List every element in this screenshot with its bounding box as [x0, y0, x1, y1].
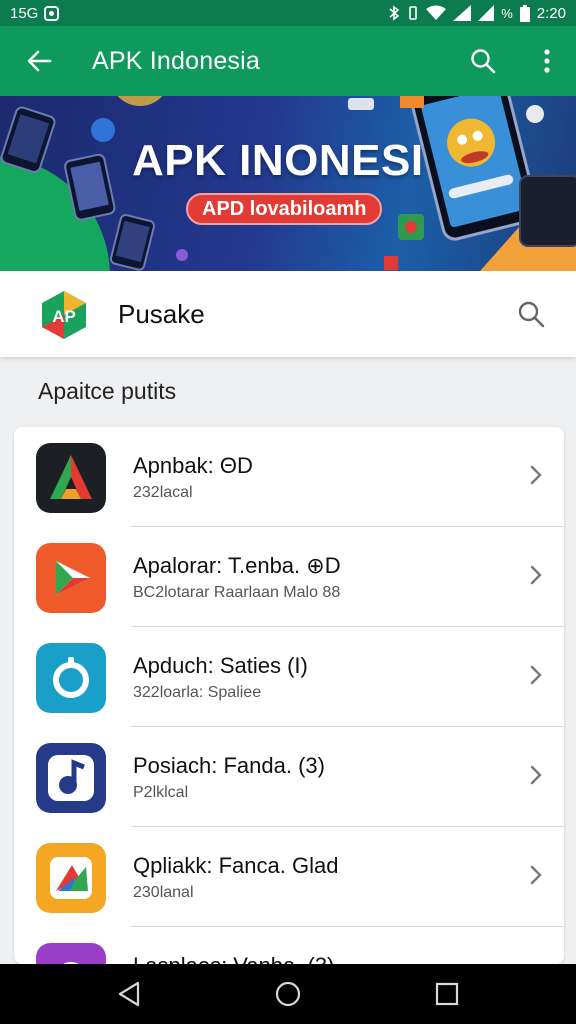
- battery-icon: [519, 4, 530, 22]
- status-bar: 15G % 2:20: [0, 0, 576, 26]
- play-triangle-icon: [36, 543, 106, 613]
- battery-percent: %: [501, 5, 513, 21]
- store-search-icon[interactable]: [516, 299, 546, 329]
- chevron-right-icon: [530, 465, 542, 485]
- app-subtitle: 232lacal: [133, 484, 193, 501]
- navigation-bar: [0, 964, 576, 1024]
- notification-icon: [44, 5, 60, 21]
- signal-icon: [453, 5, 472, 21]
- vibrate-icon: [409, 6, 418, 20]
- arrow-back-icon: [27, 50, 52, 72]
- more-vert-icon: [544, 49, 550, 73]
- app-name: Lasplaes: Vanba. (3): [133, 953, 334, 964]
- app-subtitle: 230lanal: [133, 884, 194, 901]
- app-list: Apnbak: ΘD 232lacal Apalorar: T.enba. ⊕D…: [14, 427, 564, 964]
- chevron-right-icon: [530, 665, 542, 685]
- app-name: Posiach: Fanda. (3): [133, 753, 325, 778]
- app-row[interactable]: Apnbak: ΘD 232lacal: [14, 427, 564, 527]
- app-subtitle: BC2lotarar Raarlaan Malo 88: [133, 584, 341, 601]
- wifi-icon: [426, 5, 447, 20]
- search-button[interactable]: [462, 40, 504, 82]
- chevron-right-icon: [530, 765, 542, 785]
- section-title: Apaitce putits: [38, 378, 177, 404]
- app-subtitle: P2lklcal: [133, 784, 189, 801]
- store-logo-text: AP: [52, 307, 76, 326]
- page-title: APK Indonesia: [92, 46, 260, 75]
- music-note-icon: [36, 743, 106, 813]
- status-left-text: 15G: [10, 4, 39, 22]
- banner-subtitle-pill: APD lovabiloamh: [186, 193, 383, 225]
- red-green-a-icon: [36, 443, 106, 513]
- app-row[interactable]: Apduch: Saties (I) 322loarla: Spaliee: [14, 627, 564, 727]
- chevron-right-icon: [530, 865, 542, 885]
- status-time: 2:20: [536, 4, 566, 22]
- bluetooth-icon: [389, 5, 400, 21]
- promo-banner[interactable]: APK INONESI APD lovabiloamh: [0, 96, 576, 271]
- nav-recents-icon[interactable]: [432, 979, 462, 1009]
- app-name: Apduch: Saties (I): [133, 653, 308, 678]
- nav-home-icon[interactable]: [273, 979, 303, 1009]
- chevron-right-icon: [530, 565, 542, 585]
- app-name: Qpliakk: Fanca. Glad: [133, 853, 339, 878]
- app-row[interactable]: Qpliakk: Fanca. Glad 230lanal: [14, 827, 564, 927]
- app-bar: APK Indonesia: [0, 26, 576, 96]
- search-icon: [471, 49, 496, 74]
- store-logo-icon: AP: [42, 291, 86, 339]
- store-header: AP Pusake: [0, 271, 576, 357]
- app-subtitle: 322loarla: Spaliee: [133, 684, 262, 701]
- more-options-button[interactable]: [532, 40, 562, 82]
- purple-app-icon: [36, 943, 106, 964]
- banner-title: APK INONESI: [132, 136, 424, 185]
- app-row[interactable]: Posiach: Fanda. (3) P2lklcal: [14, 727, 564, 827]
- nav-back-icon[interactable]: [114, 979, 144, 1009]
- ring-icon: [36, 643, 106, 713]
- app-row[interactable]: Apalorar: T.enba. ⊕D BC2lotarar Raarlaan…: [14, 527, 564, 627]
- colorful-shape-icon: [36, 843, 106, 913]
- signal-2-icon: [478, 5, 495, 21]
- app-name: Apalorar: T.enba. ⊕D: [133, 553, 341, 578]
- app-row[interactable]: Lasplaes: Vanba. (3): [14, 927, 564, 964]
- store-name: Pusake: [118, 299, 205, 329]
- app-name: Apnbak: ΘD: [133, 453, 253, 478]
- back-button[interactable]: [0, 26, 78, 96]
